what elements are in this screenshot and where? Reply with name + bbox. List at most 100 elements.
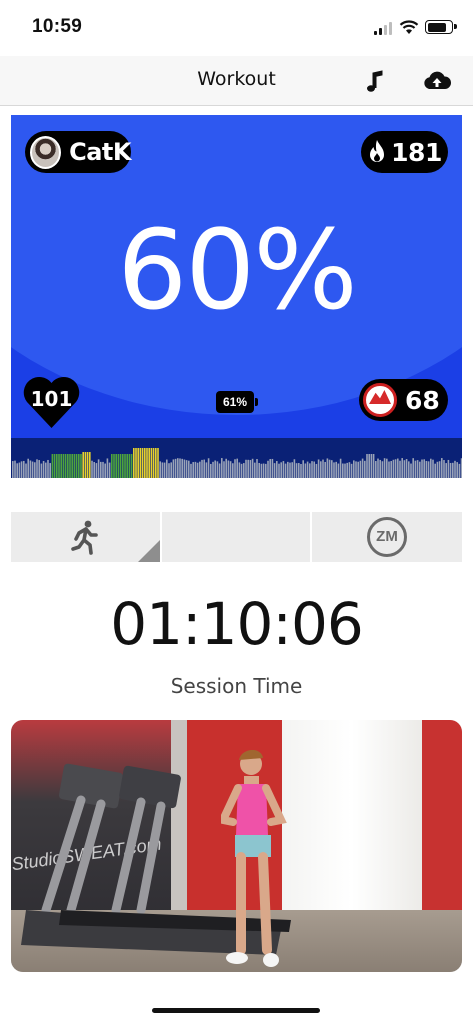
workout-video[interactable]: StudioSWEAT.com xyxy=(11,720,462,972)
effort-bar xyxy=(67,454,69,478)
effort-bar xyxy=(172,459,175,478)
effort-bar xyxy=(51,454,54,478)
effort-bar xyxy=(148,448,150,478)
effort-bar xyxy=(399,460,401,478)
effort-bar xyxy=(229,461,232,478)
effort-bar xyxy=(73,454,76,478)
effort-bar xyxy=(141,448,144,478)
effort-bar xyxy=(47,459,49,478)
effort-bar xyxy=(421,459,423,478)
session-time-value: 01:10:06 xyxy=(110,590,364,658)
effort-bar xyxy=(42,461,45,478)
effort-bar xyxy=(199,461,201,478)
effort-bar xyxy=(251,458,254,478)
effort-bar xyxy=(355,461,357,478)
effort-bar xyxy=(324,461,326,478)
effort-bar xyxy=(300,463,302,478)
effort-bar xyxy=(16,463,18,478)
effort-bar xyxy=(432,459,434,478)
control-tile-empty[interactable] xyxy=(162,512,310,562)
running-person-icon xyxy=(71,520,98,555)
effort-bar xyxy=(423,459,425,478)
effort-bar xyxy=(201,459,203,478)
cloud-upload-icon[interactable] xyxy=(422,67,452,95)
effort-bar xyxy=(190,463,192,478)
effort-bar xyxy=(240,463,243,478)
effort-bar xyxy=(331,460,333,478)
effort-bar xyxy=(203,459,205,478)
status-bar: 10:59 xyxy=(0,0,473,56)
effort-bar xyxy=(328,459,331,478)
effort-bar xyxy=(309,463,311,478)
effort-bar xyxy=(18,462,21,478)
dropdown-corner-indicator xyxy=(138,540,160,562)
effort-bar xyxy=(227,460,230,478)
effort-bar xyxy=(137,448,139,478)
effort-bar xyxy=(456,462,458,478)
effort-bar xyxy=(372,454,375,478)
effort-bar xyxy=(364,460,366,478)
effort-bar xyxy=(194,461,197,478)
effort-bar xyxy=(71,454,73,478)
effort-bar xyxy=(210,463,212,478)
zone-match-button[interactable]: ZM xyxy=(312,512,462,562)
effort-bar xyxy=(438,461,441,478)
effort-bar xyxy=(452,462,454,478)
status-time: 10:59 xyxy=(32,16,83,37)
music-note-icon[interactable] xyxy=(362,67,390,95)
effort-bar xyxy=(12,461,14,478)
effort-bar xyxy=(170,462,172,478)
effort-bar xyxy=(58,454,60,478)
effort-bar xyxy=(412,458,414,478)
effort-bar xyxy=(377,458,379,478)
effort-bar xyxy=(254,462,256,478)
effort-bar xyxy=(53,454,56,478)
effort-tile: CatK 181 60% 101 61% 68 xyxy=(11,115,462,478)
effort-bar xyxy=(368,454,370,478)
cellular-signal-icon xyxy=(374,22,394,35)
effort-bar xyxy=(14,460,16,478)
calories-badge: 181 xyxy=(361,131,448,173)
effort-bar xyxy=(192,462,194,478)
effort-bar xyxy=(304,463,307,478)
effort-bar xyxy=(196,462,199,478)
home-indicator xyxy=(152,1008,320,1013)
effort-bar xyxy=(84,452,87,478)
instructor-image xyxy=(221,749,287,967)
effort-bar xyxy=(207,458,210,478)
effort-bar xyxy=(214,460,216,478)
effort-bar xyxy=(179,458,181,478)
effort-bar xyxy=(249,460,252,478)
effort-bar xyxy=(287,461,289,478)
effort-bar xyxy=(388,461,390,478)
effort-bar xyxy=(353,460,355,478)
effort-bar xyxy=(443,460,445,478)
effort-bar xyxy=(441,458,443,478)
effort-history-bars xyxy=(12,448,462,478)
effort-bar xyxy=(75,454,78,478)
effort-bar xyxy=(245,459,247,478)
effort-bar xyxy=(458,463,461,478)
effort-bar xyxy=(69,454,71,478)
effort-bar xyxy=(119,454,122,478)
effort-bar xyxy=(410,463,412,478)
sensor-battery-badge: 61% xyxy=(216,391,258,413)
effort-bar xyxy=(150,448,153,478)
activity-selector-button[interactable] xyxy=(11,512,160,562)
effort-bar xyxy=(223,461,225,478)
effort-bar xyxy=(45,462,47,478)
effort-bar xyxy=(302,460,304,478)
effort-bar xyxy=(216,461,219,478)
effort-bar xyxy=(337,463,340,478)
effort-bar xyxy=(221,458,223,478)
effort-bar xyxy=(157,448,159,478)
effort-bar xyxy=(317,459,320,478)
effort-bar xyxy=(280,462,282,478)
effort-bar xyxy=(447,459,450,478)
effort-bar xyxy=(403,460,406,478)
effort-bar xyxy=(108,462,111,478)
effort-bar xyxy=(115,454,117,478)
effort-bar xyxy=(293,459,296,478)
effort-bar xyxy=(394,459,397,478)
effort-bar xyxy=(25,463,27,478)
